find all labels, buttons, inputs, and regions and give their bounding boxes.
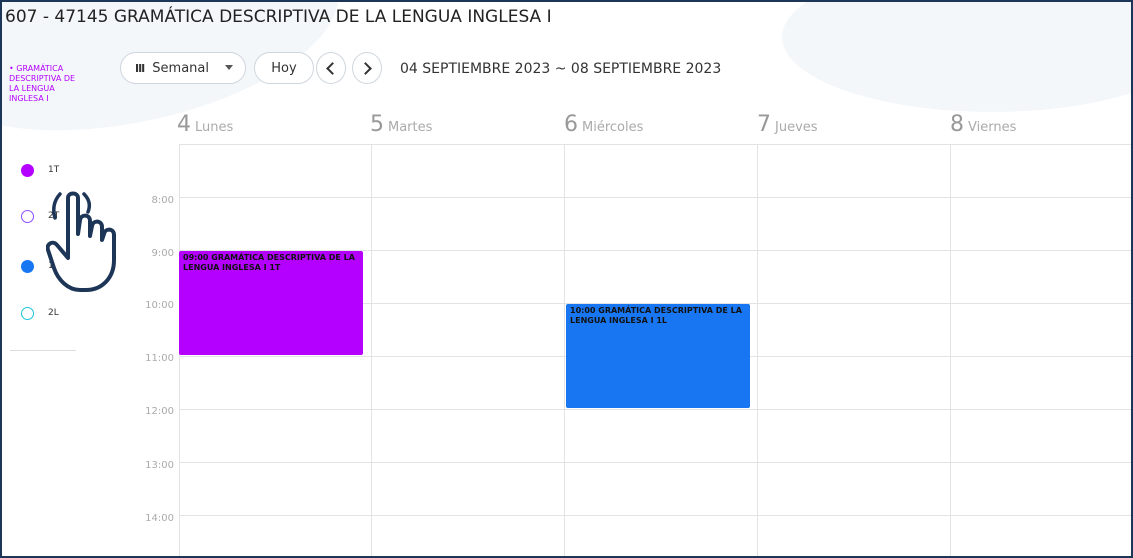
time-label: 8:00 [151,195,174,206]
page-title: 607 - 47145 GRAMÁTICA DESCRIPTIVA DE LA … [5,7,552,27]
chevron-right-icon [359,61,372,75]
grid-line [179,462,1131,463]
view-selector[interactable]: III Semanal [120,52,246,84]
background-decoration [782,2,1131,112]
day-name: Viernes [968,120,1017,135]
time-label: 9:00 [151,248,174,259]
time-label: 12:00 [145,406,174,417]
time-label: 10:00 [145,300,174,311]
next-week-button[interactable] [352,52,382,84]
sidebar-divider [10,350,76,351]
day-header-miercoles[interactable]: 6 Miércoles [564,112,643,137]
filled-circle-icon [21,164,34,177]
time-label: 14:00 [145,513,174,524]
day-number: 7 [757,112,771,137]
day-header-lunes[interactable]: 4 Lunes [177,112,233,137]
day-name: Jueves [775,120,818,135]
day-name: Martes [388,120,433,135]
calendar-name: 2L [48,308,59,318]
view-list-icon: III [135,61,145,75]
date-range: 04 SEPTIEMBRE 2023 ~ 08 SEPTIEMBRE 2023 [400,61,722,77]
day-header-martes[interactable]: 5 Martes [370,112,432,137]
event-1l[interactable]: 10:00 GRAMÁTICA DESCRIPTIVA DE LA LENGUA… [566,304,750,408]
day-name: Miércoles [582,120,644,135]
day-name: Lunes [195,120,234,135]
pointing-hand-icon [46,191,116,292]
grid-line [179,515,1131,516]
today-button[interactable]: Hoy [254,52,314,84]
chevron-left-icon [326,61,339,75]
day-number: 5 [370,112,384,137]
time-label: 11:00 [145,353,174,364]
time-label: 13:00 [145,460,174,471]
empty-circle-icon [21,307,34,320]
grid-line [950,144,951,556]
calendar-name: 1T [48,165,60,175]
day-header-viernes[interactable]: 8 Viernes [950,112,1016,137]
day-header-jueves[interactable]: 7 Jueves [757,112,818,137]
grid-line [179,197,1131,198]
view-label: Semanal [152,60,209,76]
grid-line [179,409,1131,410]
day-number: 8 [950,112,964,137]
grid-line [757,144,758,556]
empty-circle-icon [21,210,34,223]
event-1t[interactable]: 09:00 GRAMÁTICA DESCRIPTIVA DE LA LENGUA… [179,251,363,355]
grid-line [564,144,565,556]
grid-line [371,144,372,556]
prev-week-button[interactable] [316,52,346,84]
filled-circle-icon [21,260,34,273]
app-frame: 607 - 47145 GRAMÁTICA DESCRIPTIVA DE LA … [0,0,1133,558]
chevron-down-icon [225,65,233,70]
grid-line [179,144,1131,145]
day-number: 4 [177,112,191,137]
course-label[interactable]: • GRAMÁTICA DESCRIPTIVA DE LA LENGUA ING… [9,64,79,104]
day-number: 6 [564,112,578,137]
